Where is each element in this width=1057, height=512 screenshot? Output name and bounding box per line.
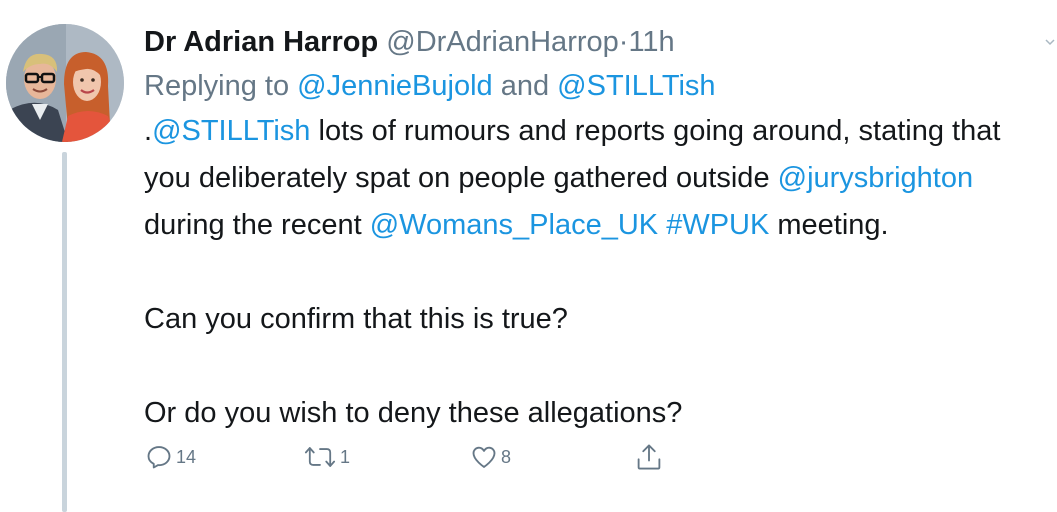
like-button[interactable]: 8 [470,440,511,474]
retweet-count: 1 [340,446,351,467]
like-icon [472,446,496,468]
timestamp[interactable]: 11h [628,26,674,58]
like-count: 8 [501,446,512,467]
tweet-actions: 14 1 8 [145,440,745,474]
text-segment: during the recent [144,209,370,241]
tweet[interactable]: Dr Adrian Harrop @DrAdrianHarrop·11h Rep… [0,0,1057,512]
tweet-paragraph: .@STILLTish lots of rumours and reports … [144,108,1049,249]
reply-count: 14 [176,446,197,467]
mention-link[interactable]: @Womans_Place_UK [370,209,658,241]
replying-to-label: Replying to [144,70,298,102]
author-handle[interactable]: @DrAdrianHarrop [386,26,619,58]
text-prefix: . [144,115,153,147]
share-button[interactable] [635,440,663,474]
replying-to: Replying to @JennieBujold and @STILLTish [144,64,1049,108]
reply-button[interactable]: 14 [145,440,196,474]
text-space [658,209,666,241]
tweet-paragraph: Can you confirm that this is true? [144,303,568,335]
replying-to-conjunction: and [492,70,558,102]
tweet-paragraph: Or do you wish to deny these allegations… [144,397,683,429]
hashtag-link[interactable]: #WPUK [666,209,769,241]
author-name[interactable]: Dr Adrian Harrop [144,26,378,58]
text-segment: meeting. [769,209,889,241]
retweet-button[interactable]: 1 [303,440,350,474]
mention-link[interactable]: @JennieBujold [297,70,493,102]
avatar-photo-icon [6,24,124,142]
retweet-icon [304,447,336,467]
tweet-header: Dr Adrian Harrop @DrAdrianHarrop·11h [144,20,1049,64]
mention-link[interactable]: @STILLTish [152,115,310,147]
reply-icon [147,446,171,469]
separator-dot: · [618,26,629,58]
avatar[interactable] [6,24,124,142]
mention-link[interactable]: @jurysbrighton [778,162,973,194]
tweet-text: .@STILLTish lots of rumours and reports … [144,108,1049,437]
mention-link[interactable]: @STILLTish [557,70,715,102]
tweet-content: Dr Adrian Harrop @DrAdrianHarrop·11h Rep… [144,20,1049,437]
thread-connector-line [62,152,67,512]
share-icon [637,444,661,470]
